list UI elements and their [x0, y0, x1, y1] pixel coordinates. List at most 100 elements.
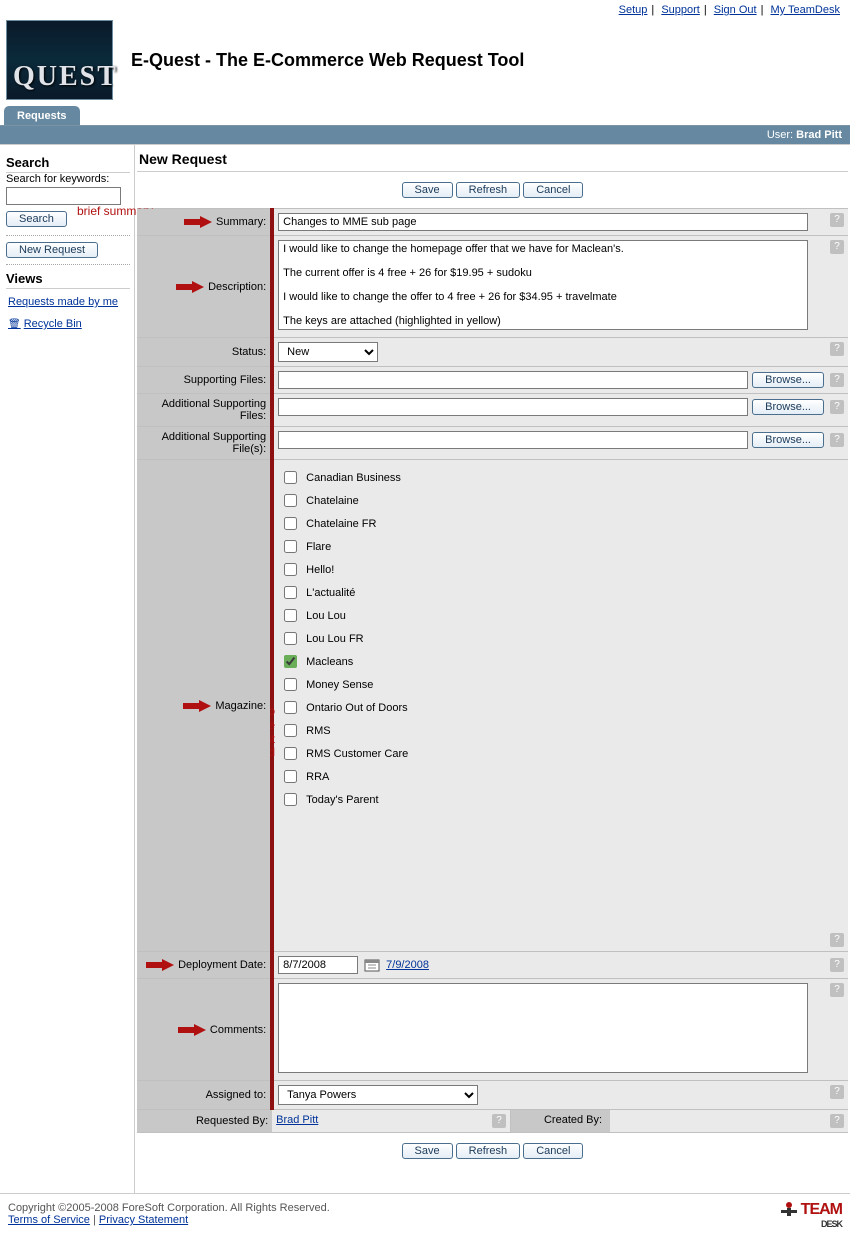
magazine-option[interactable]: L'actualité [280, 581, 842, 604]
magazine-name: RMS Customer Care [306, 748, 408, 760]
assigned-to-select[interactable]: Tanya Powers [278, 1085, 478, 1105]
magazine-checkbox[interactable] [284, 747, 297, 760]
supporting-files-label: Supporting Files: [184, 374, 267, 386]
search-heading: Search [6, 153, 130, 173]
save-button[interactable]: Save [402, 1143, 453, 1159]
magazine-option[interactable]: Chatelaine FR [280, 512, 842, 535]
user-bar: User: Brad Pitt [0, 126, 850, 144]
magazine-checkbox[interactable] [284, 724, 297, 737]
magazine-name: Ontario Out of Doors [306, 702, 408, 714]
calendar-icon[interactable] [364, 958, 380, 972]
help-icon[interactable]: ? [830, 983, 844, 997]
help-icon[interactable]: ? [830, 958, 844, 972]
help-icon[interactable]: ? [830, 373, 844, 387]
arrow-icon [184, 216, 212, 228]
deployment-date-label: Deployment Date: [178, 959, 266, 971]
user-name: Brad Pitt [796, 129, 842, 141]
magazine-option[interactable]: RRA [280, 765, 842, 788]
additional-supporting-files-label: Additional Supporting Files: [162, 398, 267, 422]
save-button[interactable]: Save [402, 182, 453, 198]
privacy-link[interactable]: Privacy Statement [99, 1214, 188, 1226]
help-icon[interactable]: ? [830, 1085, 844, 1099]
magazine-option[interactable]: RMS Customer Care [280, 742, 842, 765]
magazine-option[interactable]: Money Sense [280, 673, 842, 696]
summary-input[interactable] [278, 213, 808, 231]
description-textarea[interactable] [278, 240, 808, 330]
deployment-date-link[interactable]: 7/9/2008 [386, 959, 429, 971]
magazine-checkbox[interactable] [284, 701, 297, 714]
requested-by-value[interactable]: Brad Pitt [276, 1114, 318, 1126]
nav-signout[interactable]: Sign Out [714, 4, 757, 16]
refresh-button[interactable]: Refresh [456, 1143, 521, 1159]
deployment-date-input[interactable] [278, 956, 358, 974]
magazine-option[interactable]: Hello! [280, 558, 842, 581]
magazine-checkbox[interactable] [284, 632, 297, 645]
help-icon[interactable]: ? [830, 933, 844, 947]
magazine-option[interactable]: Flare [280, 535, 842, 558]
refresh-button[interactable]: Refresh [456, 182, 521, 198]
browse-button[interactable]: Browse... [752, 432, 824, 448]
cancel-button[interactable]: Cancel [523, 1143, 583, 1159]
additional-supporting-files-input[interactable] [278, 398, 748, 416]
comments-textarea[interactable] [278, 983, 808, 1073]
search-input[interactable] [6, 187, 121, 205]
additional-supporting-files-plural-label: Additional Supporting File(s): [162, 431, 267, 455]
magazine-checklist: Canadian BusinessChatelaineChatelaine FR… [278, 464, 844, 813]
magazine-checkbox[interactable] [284, 471, 297, 484]
search-button[interactable]: Search [6, 211, 67, 227]
magazine-option[interactable]: Canadian Business [280, 466, 842, 489]
cancel-button[interactable]: Cancel [523, 182, 583, 198]
magazine-option[interactable]: Chatelaine [280, 489, 842, 512]
magazine-option[interactable]: RMS [280, 719, 842, 742]
terms-link[interactable]: Terms of Service [8, 1214, 90, 1226]
browse-button[interactable]: Browse... [752, 372, 824, 388]
magazine-name: RMS [306, 725, 330, 737]
action-row-bottom: Save Refresh Cancel [137, 1133, 848, 1169]
nav-myteamdesk[interactable]: My TeamDesk [771, 4, 840, 16]
magazine-option[interactable]: Lou Lou [280, 604, 842, 627]
action-row-top: Save Refresh Cancel [137, 172, 848, 208]
magazine-checkbox[interactable] [284, 678, 297, 691]
magazine-option[interactable]: Today's Parent [280, 788, 842, 811]
tab-requests[interactable]: Requests [4, 106, 80, 125]
arrow-icon [183, 700, 211, 712]
magazine-name: Macleans [306, 656, 353, 668]
recycle-bin[interactable]: Recycle Bin [8, 318, 82, 330]
magazine-name: Lou Lou FR [306, 633, 363, 645]
browse-button[interactable]: Browse... [752, 399, 824, 415]
view-requests-by-me[interactable]: Requests made by me [8, 296, 118, 308]
footer: Copyright ©2005-2008 ForeSoft Corporatio… [0, 1193, 850, 1234]
magazine-checkbox[interactable] [284, 517, 297, 530]
help-icon[interactable]: ? [830, 240, 844, 254]
help-icon[interactable]: ? [830, 1114, 844, 1128]
help-icon[interactable]: ? [492, 1114, 506, 1128]
magazine-name: Money Sense [306, 679, 373, 691]
requested-by-label: Requested By: [196, 1115, 268, 1127]
magazine-option[interactable]: Macleans [280, 650, 842, 673]
app-title: E-Quest - The E-Commerce Web Request Too… [131, 50, 524, 71]
magazine-checkbox[interactable] [284, 793, 297, 806]
help-icon[interactable]: ? [830, 213, 844, 227]
help-icon[interactable]: ? [830, 342, 844, 356]
magazine-checkbox[interactable] [284, 609, 297, 622]
magazine-checkbox[interactable] [284, 586, 297, 599]
magazine-checkbox[interactable] [284, 770, 297, 783]
new-request-button[interactable]: New Request [6, 242, 98, 258]
magazine-checkbox[interactable] [284, 563, 297, 576]
teamdesk-logo: TEAM DESK [781, 1200, 842, 1228]
nav-setup[interactable]: Setup [619, 4, 648, 16]
additional-supporting-files-plural-input[interactable] [278, 431, 748, 449]
supporting-files-input[interactable] [278, 371, 748, 389]
created-by-label: Created By: [510, 1110, 610, 1132]
status-select[interactable]: New [278, 342, 378, 362]
copyright: Copyright ©2005-2008 ForeSoft Corporatio… [8, 1202, 330, 1214]
help-icon[interactable]: ? [830, 400, 844, 414]
magazine-checkbox[interactable] [284, 655, 297, 668]
help-icon[interactable]: ? [830, 433, 844, 447]
magazine-option[interactable]: Lou Lou FR [280, 627, 842, 650]
magazine-name: L'actualité [306, 587, 355, 599]
magazine-checkbox[interactable] [284, 540, 297, 553]
magazine-option[interactable]: Ontario Out of Doors [280, 696, 842, 719]
magazine-checkbox[interactable] [284, 494, 297, 507]
nav-support[interactable]: Support [661, 4, 700, 16]
